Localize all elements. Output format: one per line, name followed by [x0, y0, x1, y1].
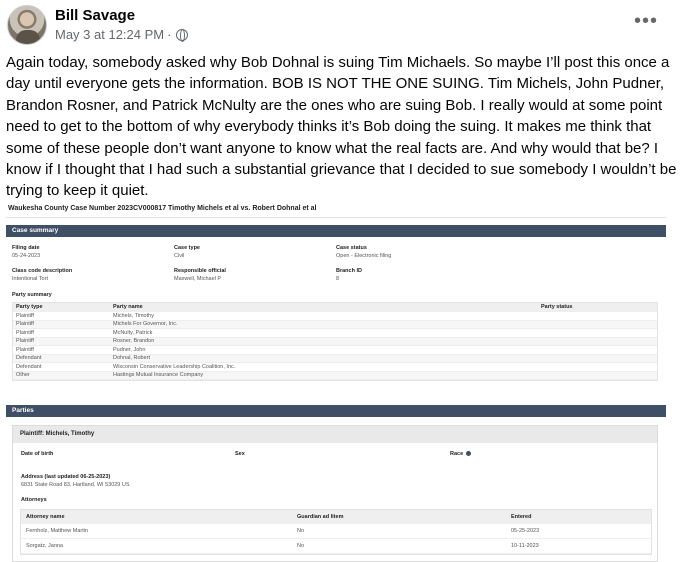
class-code-label: Class code description	[12, 268, 73, 274]
address-value: 6831 State Road 83, Hartland, WI 53029 U…	[21, 482, 130, 488]
post-text: Again today, somebody asked why Bob Dohn…	[6, 54, 677, 200]
filing-date-value: 05-24-2023	[12, 253, 41, 259]
class-code-value: Intentional Tort	[12, 276, 48, 282]
party-type: Plaintiff	[16, 329, 34, 336]
parties-header: Parties	[6, 405, 666, 417]
attorney-entered: 05-25-2023	[511, 528, 540, 534]
table-row: Other Hastings Mutual Insurance Company	[13, 371, 657, 380]
info-icon[interactable]	[466, 451, 472, 457]
party-type: Plaintiff	[16, 338, 34, 345]
more-options-button[interactable]: •••	[631, 11, 661, 34]
case-status-label: Case status	[336, 245, 367, 251]
table-header: Attorney name Guardian ad litem Entered	[21, 510, 651, 524]
responsible-official-label: Responsible official	[174, 268, 226, 274]
branch-id-label: Branch ID	[336, 268, 362, 274]
race-label-text: Race	[450, 451, 464, 457]
table-row: Plaintiff Rosner, Brandon	[13, 337, 657, 346]
post-header: Bill Savage May 3 at 12:24 PM · •••	[0, 0, 691, 52]
header-party-status: Party status	[541, 304, 573, 310]
header-attorney-name: Attorney name	[26, 513, 65, 520]
sex-label: Sex	[235, 451, 245, 457]
table-row: Sorgatz, Janna No 10-11-2023	[21, 539, 651, 554]
attorney-gal: No	[297, 543, 305, 549]
table-row: Plaintiff McNulty, Patrick	[13, 329, 657, 338]
post-meta: May 3 at 12:24 PM ·	[55, 27, 189, 42]
attorneys-table: Attorney name Guardian ad litem Entered …	[20, 509, 652, 555]
party-name: Rosner, Brandon	[113, 338, 155, 345]
party-name: Dohnal, Robert	[113, 355, 150, 362]
party-name: Hastings Mutual Insurance Company	[113, 372, 204, 379]
header-entered: Entered	[511, 513, 532, 520]
case-screenshot[interactable]: Waukesha County Case Number 2023CV000817…	[0, 203, 691, 562]
party-type: Plaintiff	[16, 321, 34, 328]
plaintiff-details: Plaintiff: Michels, Timothy Date of birt…	[12, 425, 658, 562]
party-type: Other	[16, 372, 30, 379]
party-type: Plaintiff	[16, 312, 34, 319]
table-row: Plaintiff Pudner, John	[13, 346, 657, 355]
party-summary-table: Party type Party name Party status Plain…	[12, 302, 658, 381]
party-name: McNulty, Patrick	[113, 329, 153, 336]
party-name: Pudner, John	[113, 346, 146, 353]
race-label: Race	[450, 451, 472, 457]
attorney-name: Fernholz, Matthew Martin	[26, 528, 89, 534]
branch-id-value: 8	[336, 276, 340, 282]
party-name: Wisconsin Conservative Leadership Coalit…	[113, 363, 236, 370]
attorney-name: Sorgatz, Janna	[26, 543, 63, 549]
attorneys-label: Attorneys	[21, 497, 47, 503]
dob-label: Date of birth	[21, 451, 54, 457]
attorney-gal: No	[297, 528, 305, 534]
author-avatar[interactable]	[7, 5, 47, 45]
attorney-entered: 10-11-2023	[511, 543, 539, 549]
globe-icon	[176, 28, 189, 42]
table-row: Plaintiff Michels For Governor, Inc.	[13, 320, 657, 329]
case-title: Waukesha County Case Number 2023CV000817…	[8, 205, 317, 212]
table-row: Defendant Wisconsin Conservative Leaders…	[13, 363, 657, 372]
party-type: Defendant	[16, 363, 42, 370]
party-name: Michels, Timothy	[113, 312, 154, 319]
filing-date-label: Filing date	[12, 245, 40, 251]
party-name: Michels For Governor, Inc.	[113, 321, 178, 328]
plaintiff-heading: Plaintiff: Michels, Timothy	[13, 426, 657, 443]
meta-separator: ·	[167, 27, 172, 42]
party-summary-label: Party summary	[12, 292, 52, 298]
case-type-label: Case type	[174, 245, 200, 251]
table-row: Plaintiff Michels, Timothy	[13, 312, 657, 321]
case-type-value: Civil	[174, 253, 185, 259]
post-timestamp[interactable]: May 3 at 12:24 PM	[55, 27, 164, 42]
header-guardian: Guardian ad litem	[297, 513, 344, 520]
address-label: Address (last updated 06-25-2023)	[21, 474, 111, 480]
party-type: Defendant	[16, 355, 42, 362]
table-row: Defendant Dohnal, Robert	[13, 354, 657, 363]
author-name[interactable]: Bill Savage	[55, 7, 135, 24]
party-type: Plaintiff	[16, 346, 34, 353]
case-summary-header: Case summary	[6, 225, 666, 237]
table-row: Fernholz, Matthew Martin No 05-25-2023	[21, 524, 651, 539]
divider	[6, 217, 666, 218]
responsible-official-value: Maxwell, Michael P	[174, 276, 222, 282]
header-party-type: Party type	[16, 304, 43, 310]
header-party-name: Party name	[113, 304, 143, 310]
case-status-value: Open - Electronic filing	[336, 253, 392, 259]
table-header: Party type Party name Party status	[13, 303, 657, 312]
